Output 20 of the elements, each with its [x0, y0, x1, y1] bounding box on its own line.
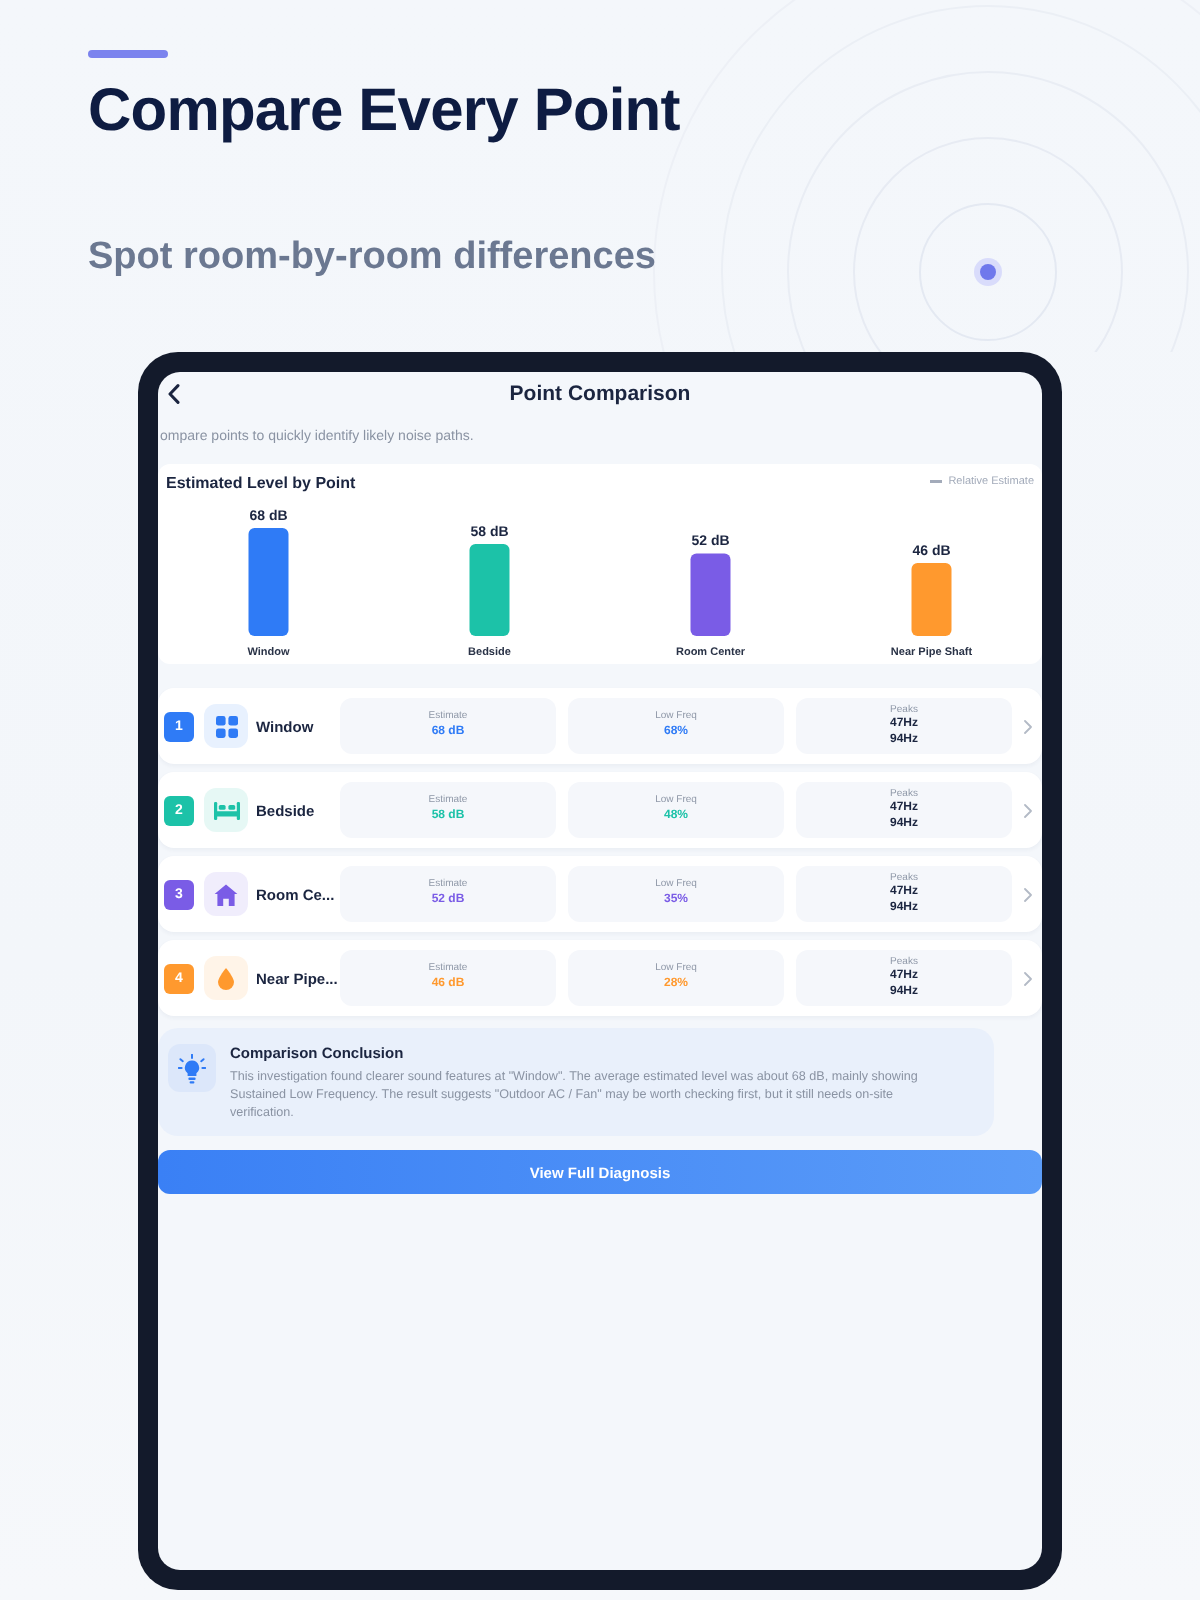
chart-title: Estimated Level by Point	[166, 473, 356, 491]
hero-subtitle: Spot room-by-room differences	[88, 234, 656, 282]
chevron-right-icon	[1024, 887, 1032, 901]
back-icon[interactable]	[168, 384, 180, 404]
house-icon	[204, 872, 248, 916]
screen-title: Point Comparison	[509, 382, 691, 406]
accent-bar	[88, 50, 168, 58]
chevron-right-icon	[1024, 971, 1032, 985]
drop-icon	[204, 956, 248, 1000]
dot-icon	[974, 258, 1002, 286]
chevron-right-icon	[1024, 803, 1032, 817]
lightbulb-icon	[168, 1044, 216, 1092]
bar	[911, 562, 952, 636]
grid-icon	[204, 704, 248, 748]
hero-title: Compare Every Point	[88, 76, 680, 148]
bar	[469, 543, 510, 636]
bar	[248, 528, 289, 636]
bed-icon	[204, 788, 248, 832]
chevron-right-icon	[1024, 719, 1032, 733]
bar	[690, 553, 731, 636]
